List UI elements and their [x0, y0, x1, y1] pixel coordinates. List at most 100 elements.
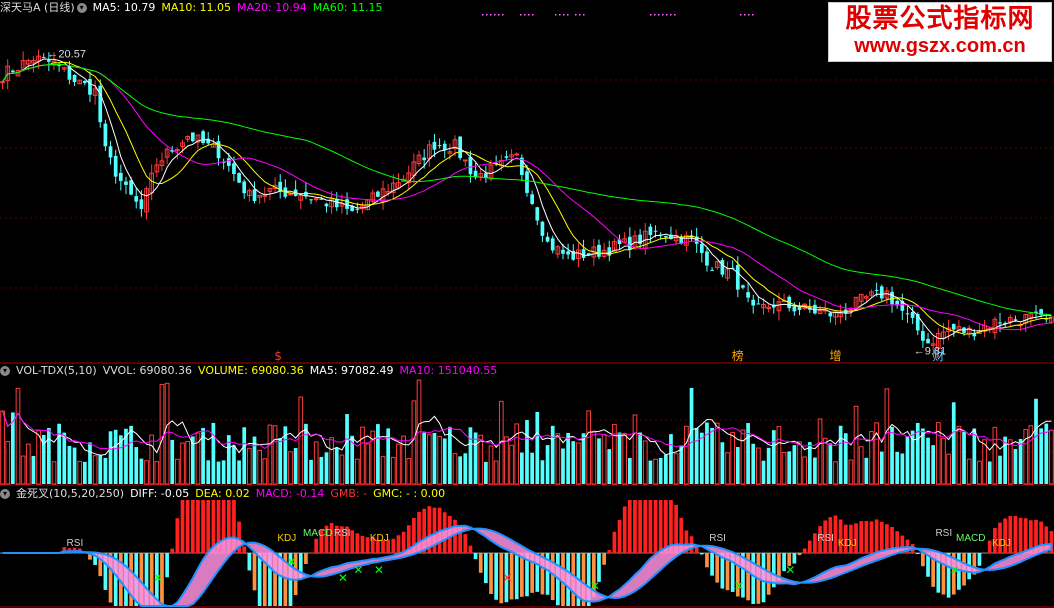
candle-body	[735, 265, 740, 290]
macd-bar	[607, 549, 612, 553]
volume-bar	[710, 427, 714, 484]
macd-bar	[864, 521, 869, 553]
candle-body	[252, 189, 257, 202]
indicator-label: KDJ	[838, 538, 857, 549]
candle-body	[648, 226, 653, 235]
volume-bar	[689, 387, 694, 484]
volume-bar	[962, 431, 966, 484]
volume-bar	[966, 458, 972, 485]
ma10-line	[2, 61, 1052, 335]
macd-bar	[252, 553, 257, 591]
candle-body	[1013, 319, 1018, 321]
volume-bar	[67, 445, 72, 484]
macd-bar	[206, 500, 211, 553]
candle-body	[627, 236, 632, 250]
candle-body	[432, 141, 437, 150]
volume-bar	[833, 461, 838, 485]
chevron-down-icon[interactable]: ▾	[0, 366, 10, 376]
macd-bar	[1018, 517, 1023, 553]
stock-chart[interactable]: ←20.57←9.81$ 榜增财RSI KDJ MACD RSI KDJ RSI RSI KDJ…	[0, 0, 1054, 608]
volume-bar	[1039, 428, 1043, 484]
macd-bar	[859, 521, 864, 553]
macd-bar	[699, 553, 704, 555]
volume-bar	[525, 420, 529, 484]
volume-bar	[520, 452, 524, 484]
candle-body	[797, 306, 802, 310]
signal-dot	[583, 14, 585, 16]
signal-dot	[654, 14, 656, 16]
macd-bar	[190, 500, 195, 553]
macd-bar	[180, 500, 185, 553]
macd-bar	[921, 553, 925, 567]
candle-body	[514, 153, 520, 156]
macd-bar	[715, 553, 720, 583]
macd-bar	[473, 553, 478, 560]
macd-bar	[257, 553, 262, 606]
chevron-down-icon[interactable]: ▾	[0, 489, 10, 499]
macd-bar	[175, 518, 180, 553]
volume-bar	[566, 432, 570, 484]
candle-body	[41, 57, 46, 59]
volume-bar	[360, 426, 365, 485]
candle-body	[82, 81, 87, 84]
candle-body	[124, 181, 128, 185]
volume-bar	[601, 434, 607, 485]
volume-bar	[262, 458, 268, 485]
macd-bar	[196, 500, 200, 553]
signal-dot	[528, 14, 530, 16]
candle-body	[879, 286, 884, 299]
cross-marker: ✕	[590, 579, 600, 593]
volume-bar	[422, 432, 427, 484]
volume-bar	[272, 425, 278, 485]
volume-bar	[555, 433, 561, 485]
volume-bar	[972, 428, 977, 484]
candle-body	[550, 238, 555, 251]
volume-bar	[956, 425, 962, 485]
macd-bar	[520, 553, 524, 597]
volume-bar	[51, 461, 57, 485]
candle-body	[792, 306, 797, 312]
dea-value: DEA: 0.02	[195, 487, 250, 500]
candle-body	[118, 172, 123, 181]
vvol-value: VVOL: 69080.36	[102, 364, 193, 377]
signal-dot	[520, 14, 522, 16]
volume-bar	[149, 434, 155, 485]
cross-marker: ✕	[950, 563, 960, 577]
chevron-down-icon[interactable]: ▾	[76, 3, 87, 13]
volume-bar	[586, 410, 592, 485]
volume-bar	[334, 447, 339, 484]
macd-bar	[874, 519, 879, 553]
candle-body	[437, 145, 442, 147]
macd-bar	[643, 500, 648, 553]
volume-bar	[1034, 398, 1038, 484]
price-candles	[0, 49, 1054, 358]
macd-bar	[453, 519, 457, 553]
candle-body	[566, 251, 570, 255]
macd-bar	[807, 540, 812, 553]
volume-bar	[324, 452, 329, 484]
volume-bar	[669, 434, 673, 484]
signal-dot	[658, 14, 660, 16]
macd-bar	[478, 553, 483, 573]
volume-bar	[632, 414, 638, 485]
volume-bar	[853, 405, 859, 485]
volume-bar	[673, 453, 679, 485]
signal-dot	[662, 14, 664, 16]
volume-bar	[756, 447, 761, 485]
volume-bar	[57, 423, 61, 484]
volume-bar	[597, 438, 601, 484]
volume-bar	[895, 451, 900, 484]
candle-body	[525, 171, 529, 193]
candle-body	[458, 136, 463, 159]
signal-dot	[486, 14, 488, 16]
event-marker: $	[274, 349, 282, 363]
gmc-value: GMC: - : 0.00	[373, 487, 446, 500]
volume-bar	[684, 425, 689, 485]
candle-body	[597, 244, 601, 257]
macd-bar	[658, 500, 663, 553]
volume-bar	[154, 461, 160, 485]
volume-bar	[612, 423, 617, 485]
volume-bar	[998, 455, 1002, 484]
volume-bar	[766, 447, 771, 484]
volume-bar	[730, 431, 736, 485]
